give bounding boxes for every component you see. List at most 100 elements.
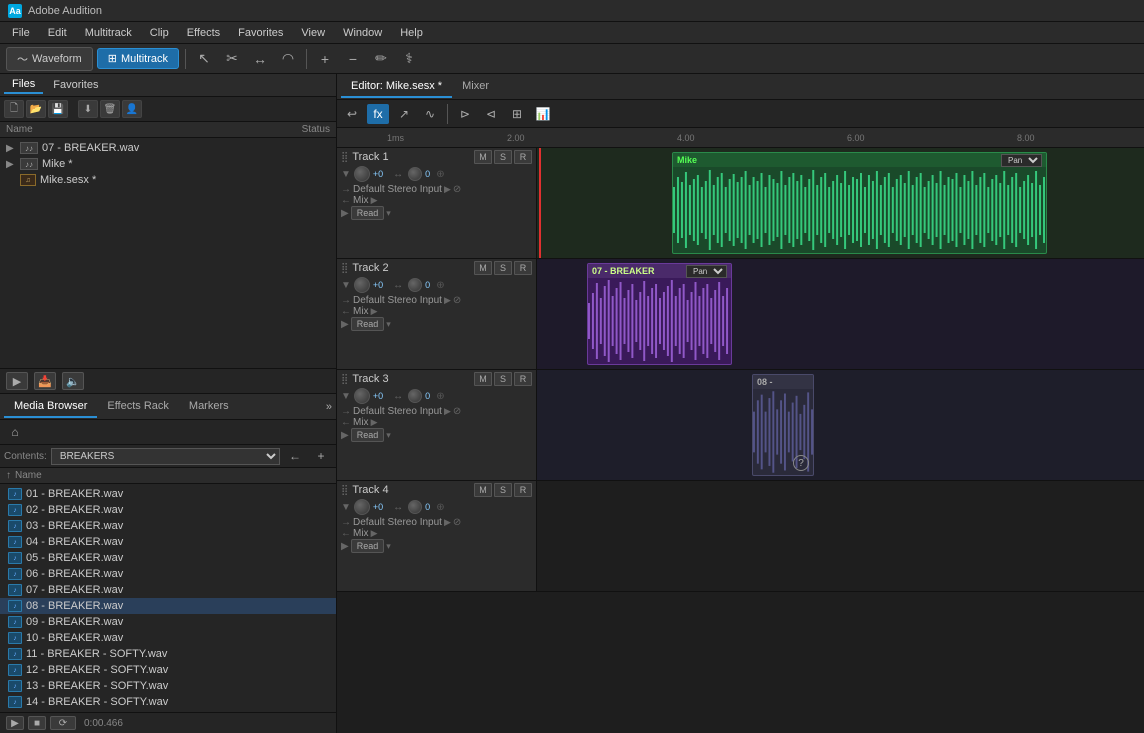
media-list-item[interactable]: ♪ 06 - BREAKER.wav bbox=[0, 566, 336, 582]
tab-editor-session[interactable]: Editor: Mike.sesx * bbox=[341, 76, 452, 98]
track-2-output-arrow[interactable]: ▶ bbox=[371, 306, 378, 317]
track-1-output-arrow[interactable]: ▶ bbox=[371, 195, 378, 206]
track-3-mute-button[interactable]: M bbox=[474, 372, 492, 386]
track-2-pan-knob[interactable] bbox=[408, 278, 422, 292]
media-list-item[interactable]: ♪ 08 - BREAKER.wav bbox=[0, 598, 336, 614]
track-4-solo-button[interactable]: S bbox=[494, 483, 512, 497]
track-4-mute-button[interactable]: M bbox=[474, 483, 492, 497]
track-4-auto-arrow[interactable]: ▾ bbox=[386, 541, 391, 552]
track-2-auto-arrow[interactable]: ▾ bbox=[386, 319, 391, 330]
toolbar-zoom-out[interactable]: − bbox=[341, 48, 365, 70]
new-file-button[interactable]: 🗋 bbox=[4, 100, 24, 118]
clip-08[interactable]: 08 - bbox=[752, 374, 814, 476]
clip-mike[interactable]: Mike Pan bbox=[672, 152, 1047, 254]
play-button[interactable]: ▶ bbox=[6, 372, 28, 390]
track-1-automation-button[interactable]: Read bbox=[351, 206, 385, 220]
tab-mixer[interactable]: Mixer bbox=[452, 76, 499, 98]
media-list-item[interactable]: ♪ 13 - BREAKER - SOFTY.wav bbox=[0, 678, 336, 694]
menu-file[interactable]: File bbox=[4, 25, 38, 41]
track-3-arm-button[interactable]: R bbox=[514, 372, 532, 386]
menu-favorites[interactable]: Favorites bbox=[230, 25, 291, 41]
toolbar-tool-razor[interactable]: ✂ bbox=[220, 48, 244, 70]
track-1-volume-knob[interactable] bbox=[354, 166, 370, 182]
clip-breaker[interactable]: 07 - BREAKER Pan bbox=[587, 263, 732, 365]
import-button[interactable]: ⬇ bbox=[78, 100, 98, 118]
delete-button[interactable]: 🗑 bbox=[100, 100, 120, 118]
expand-panel-button[interactable]: » bbox=[326, 401, 332, 413]
track-4-input-arrow[interactable]: ▶ bbox=[444, 517, 451, 528]
tab-files[interactable]: Files bbox=[4, 76, 43, 94]
input-button[interactable]: ⊳ bbox=[454, 104, 476, 124]
track-2-automation-button[interactable]: Read bbox=[351, 317, 385, 331]
add-favorite-button[interactable]: + bbox=[310, 447, 332, 465]
media-list-item[interactable]: ♪ 03 - BREAKER.wav bbox=[0, 518, 336, 534]
metadata-button[interactable]: 👤 bbox=[122, 100, 142, 118]
tab-media-browser[interactable]: Media Browser bbox=[4, 396, 97, 418]
headphones-button[interactable]: ⊞ bbox=[506, 104, 528, 124]
speaker-button[interactable]: 🔈 bbox=[62, 372, 84, 390]
rewind-button[interactable]: ↩ bbox=[341, 104, 363, 124]
file-item[interactable]: ▶ ♪♪ 07 - BREAKER.wav bbox=[0, 140, 336, 156]
track-4-pan-knob[interactable] bbox=[408, 500, 422, 514]
media-list-item[interactable]: ♪ 01 - BREAKER.wav bbox=[0, 486, 336, 502]
track-3-automation-button[interactable]: Read bbox=[351, 428, 385, 442]
clip-mike-pan[interactable]: Pan bbox=[1001, 154, 1042, 167]
track-2-timeline[interactable]: 07 - BREAKER Pan bbox=[537, 259, 1144, 369]
media-list-item[interactable]: ♪ 11 - BREAKER - SOFTY.wav bbox=[0, 646, 336, 662]
toolbar-tool-select[interactable]: ↖ bbox=[192, 48, 216, 70]
track-2-arm-button[interactable]: R bbox=[514, 261, 532, 275]
track-3-pan-knob[interactable] bbox=[408, 389, 422, 403]
media-list-item[interactable]: ♪ 05 - BREAKER.wav bbox=[0, 550, 336, 566]
track-4-output-arrow[interactable]: ▶ bbox=[371, 528, 378, 539]
menu-clip[interactable]: Clip bbox=[142, 25, 177, 41]
nav-back-button[interactable]: ← bbox=[284, 447, 306, 465]
file-item-3[interactable]: ▶ ♫ Mike.sesx * bbox=[0, 172, 336, 188]
output-button[interactable]: ⊲ bbox=[480, 104, 502, 124]
track-2-volume-knob[interactable] bbox=[354, 277, 370, 293]
menu-window[interactable]: Window bbox=[335, 25, 390, 41]
menu-view[interactable]: View bbox=[293, 25, 333, 41]
tab-favorites[interactable]: Favorites bbox=[45, 77, 106, 93]
clip-breaker-pan[interactable]: Pan bbox=[686, 265, 727, 278]
eq-button[interactable]: ∿ bbox=[419, 104, 441, 124]
track-4-timeline[interactable] bbox=[537, 481, 1144, 591]
media-play-button[interactable]: ▶ bbox=[6, 716, 24, 730]
media-list-item[interactable]: ♪ 14 - BREAKER - SOFTY.wav bbox=[0, 694, 336, 710]
track-1-input-arrow[interactable]: ▶ bbox=[444, 184, 451, 195]
track-2-mute-button[interactable]: M bbox=[474, 261, 492, 275]
track-3-timeline[interactable]: 08 - bbox=[537, 370, 1144, 480]
open-file-button[interactable]: 📂 bbox=[26, 100, 46, 118]
track-3-output-arrow[interactable]: ▶ bbox=[371, 417, 378, 428]
media-list-item[interactable]: ♪ 07 - BREAKER.wav bbox=[0, 582, 336, 598]
media-loop-button[interactable]: ⟳ bbox=[50, 716, 76, 730]
multitrack-mode-button[interactable]: ⊞ Multitrack bbox=[97, 48, 179, 69]
toolbar-tool-fade[interactable]: ◠ bbox=[276, 48, 300, 70]
waveform-mode-button[interactable]: 〜 Waveform bbox=[6, 47, 93, 71]
fx-button[interactable]: fx bbox=[367, 104, 389, 124]
menu-multitrack[interactable]: Multitrack bbox=[77, 25, 140, 41]
import-to-project-button[interactable]: 📥 bbox=[34, 372, 56, 390]
media-stop-button[interactable]: ■ bbox=[28, 716, 46, 730]
file-item-2[interactable]: ▶ ♪♪ Mike * bbox=[0, 156, 336, 172]
contents-select[interactable]: BREAKERS bbox=[51, 448, 280, 465]
toolbar-heal[interactable]: ⚕ bbox=[397, 48, 421, 70]
media-list-item[interactable]: ♪ 09 - BREAKER.wav bbox=[0, 614, 336, 630]
menu-effects[interactable]: Effects bbox=[179, 25, 228, 41]
track-1-mute-button[interactable]: M bbox=[474, 150, 492, 164]
track-2-input-arrow[interactable]: ▶ bbox=[444, 295, 451, 306]
track-4-arm-button[interactable]: R bbox=[514, 483, 532, 497]
media-list-item[interactable]: ♪ 04 - BREAKER.wav bbox=[0, 534, 336, 550]
track-1-auto-arrow[interactable]: ▾ bbox=[386, 208, 391, 219]
track-3-input-arrow[interactable]: ▶ bbox=[444, 406, 451, 417]
toolbar-pencil[interactable]: ✏ bbox=[369, 48, 393, 70]
menu-help[interactable]: Help bbox=[392, 25, 431, 41]
track-3-volume-knob[interactable] bbox=[354, 388, 370, 404]
menu-edit[interactable]: Edit bbox=[40, 25, 75, 41]
tab-effects-rack[interactable]: Effects Rack bbox=[97, 396, 179, 418]
track-1-timeline[interactable]: Mike Pan bbox=[537, 148, 1144, 258]
tab-markers[interactable]: Markers bbox=[179, 396, 239, 418]
track-3-solo-button[interactable]: S bbox=[494, 372, 512, 386]
save-file-button[interactable]: 💾 bbox=[48, 100, 68, 118]
meters-button[interactable]: 📊 bbox=[532, 104, 554, 124]
track-1-arm-button[interactable]: R bbox=[514, 150, 532, 164]
